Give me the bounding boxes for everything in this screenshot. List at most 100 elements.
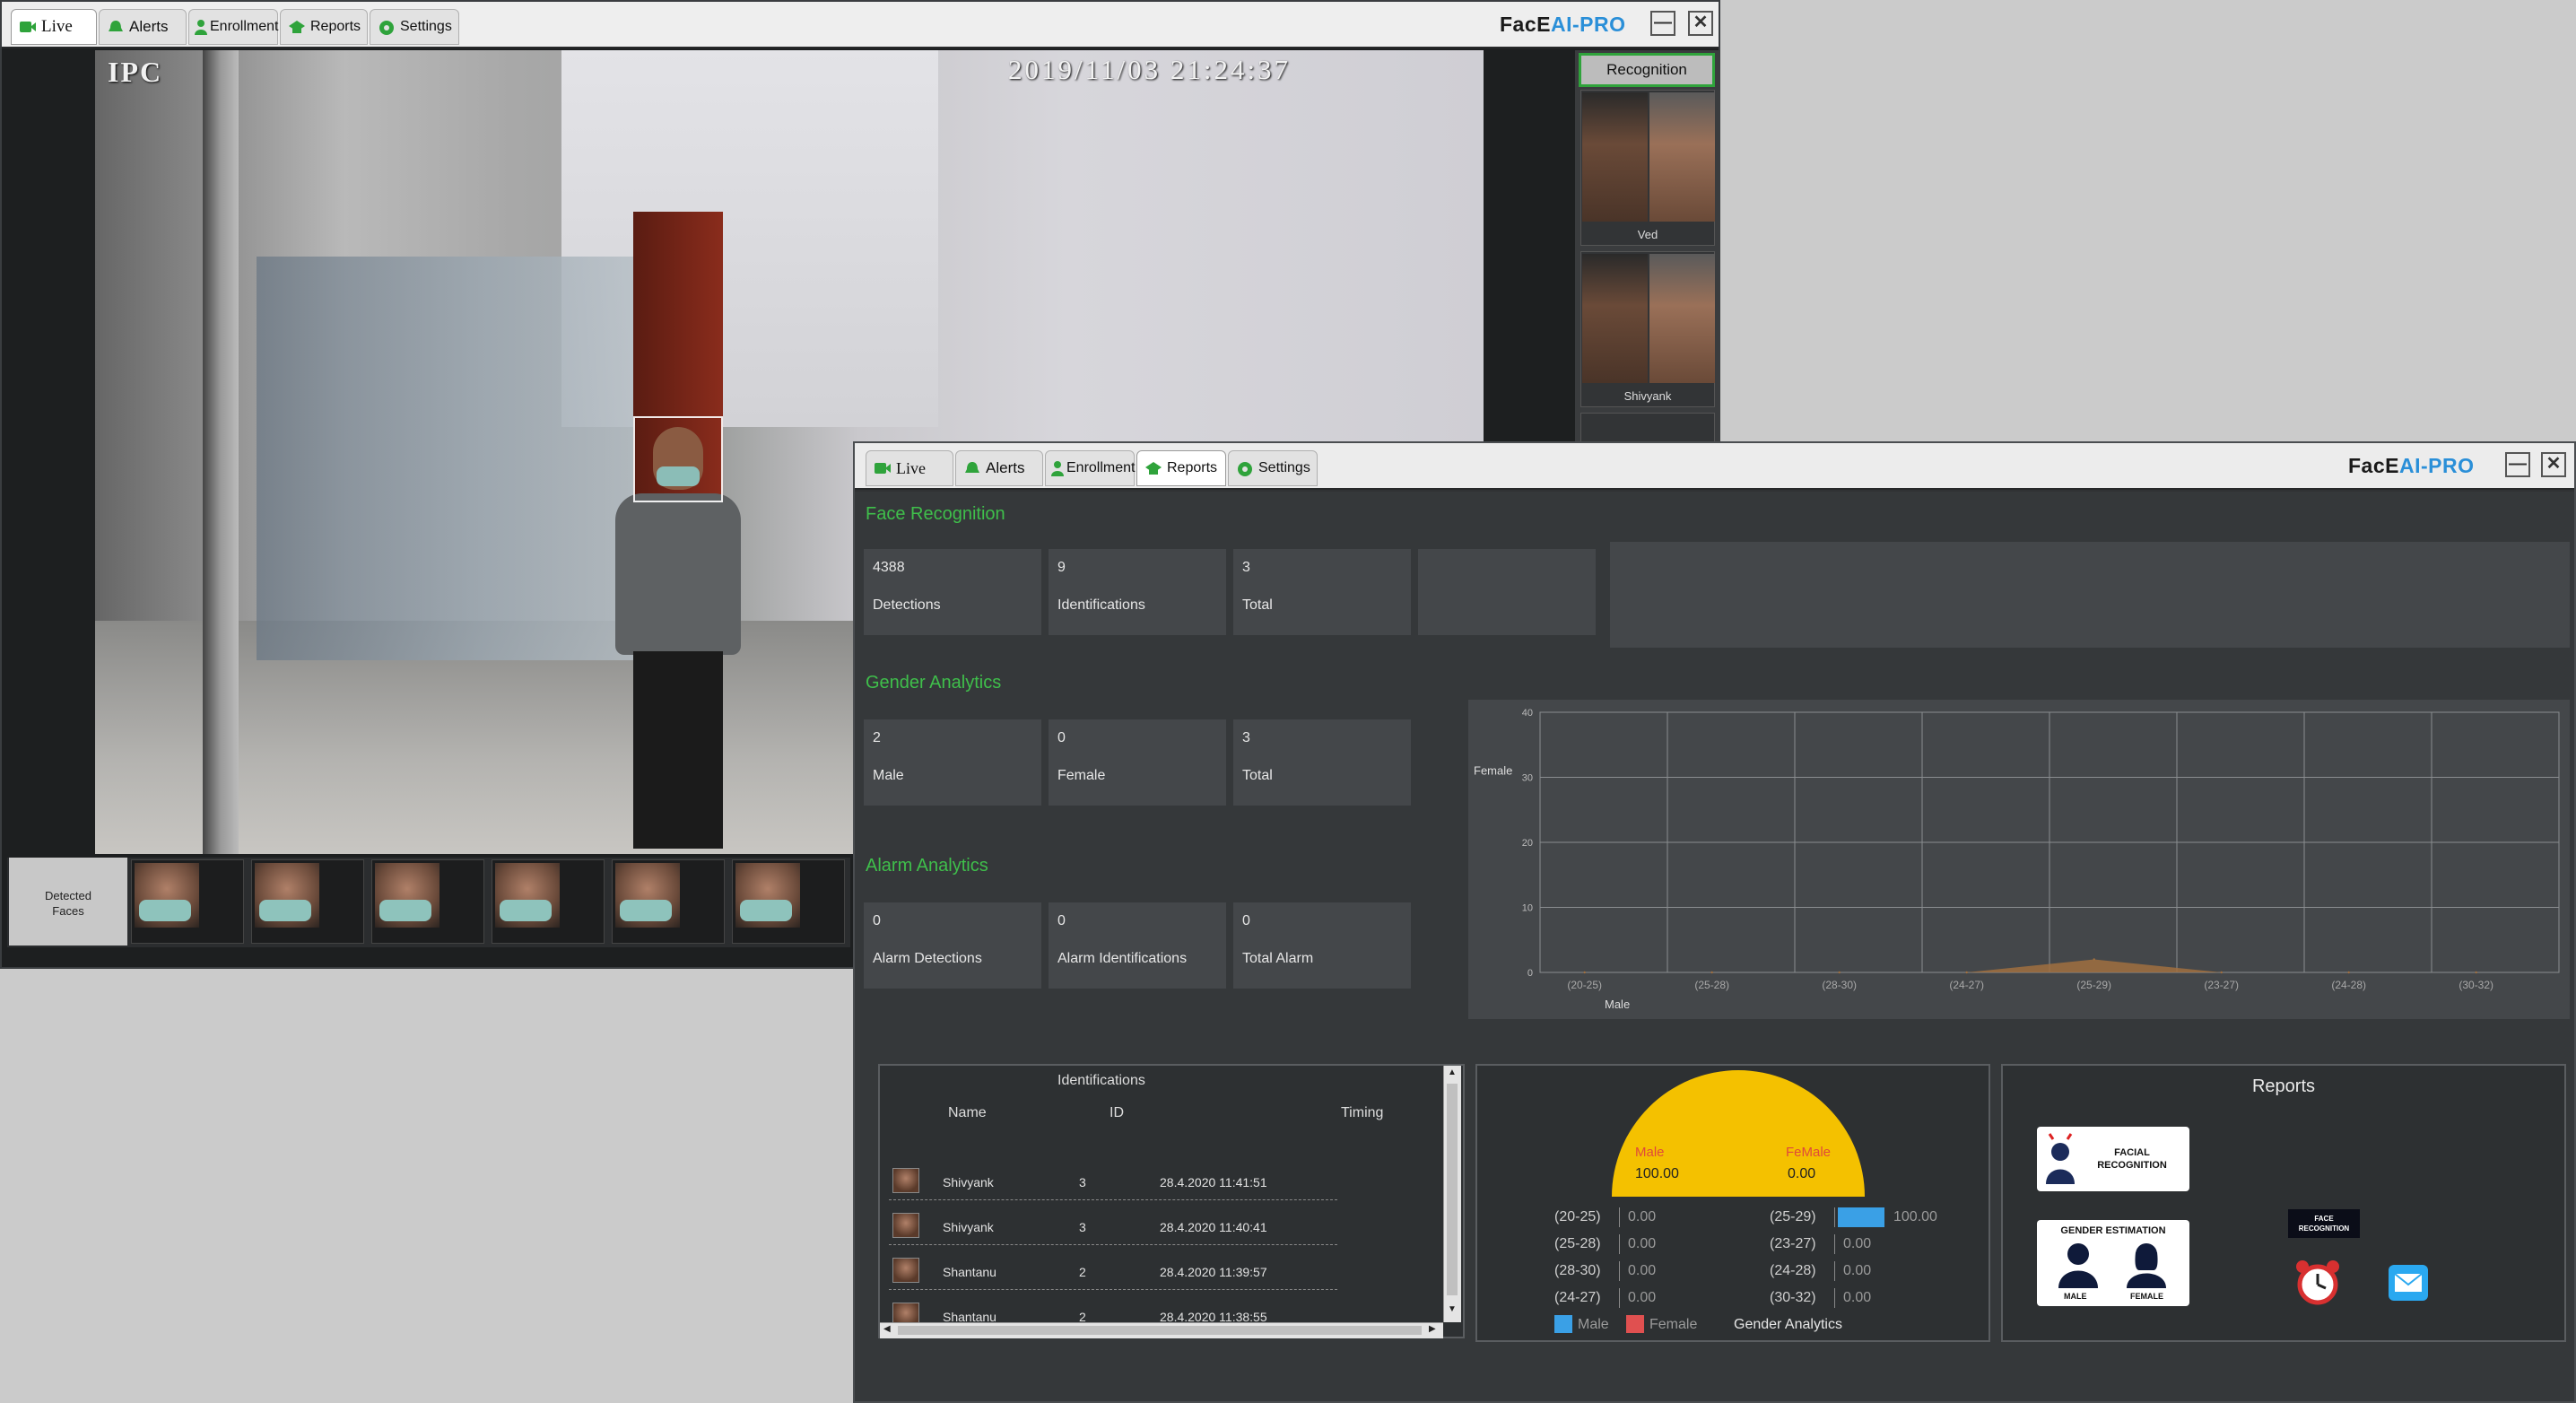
close-button[interactable]: ✕ xyxy=(2541,452,2566,477)
gender-analytics-title: Gender Analytics xyxy=(866,673,1002,693)
scroll-right-icon[interactable]: ▶ xyxy=(1429,1324,1436,1334)
gender-estimation-report-button[interactable]: GENDER ESTIMATION MALE FEMALE xyxy=(2037,1220,2189,1306)
stat-value: 9 xyxy=(1057,560,1066,575)
tab-live[interactable]: Live xyxy=(11,9,97,45)
recognition-card[interactable]: Shivyank xyxy=(1580,251,1715,407)
age-range-divider xyxy=(1834,1261,1835,1281)
app-brand: FacEAI-PRO xyxy=(2348,454,2474,478)
identifications-title: Identifications xyxy=(1057,1073,1145,1088)
age-range-row: (24-28) 0.00 xyxy=(1770,1259,1985,1283)
age-range-row: (25-28) 0.00 xyxy=(1554,1233,1752,1256)
detected-face-thumb[interactable] xyxy=(732,859,845,944)
age-range-divider xyxy=(1619,1261,1620,1281)
age-range-label: (23-27) xyxy=(1770,1236,1816,1251)
camera-name: IPC xyxy=(108,56,163,88)
avatar xyxy=(892,1258,919,1283)
stat-value: 0 xyxy=(873,913,881,928)
age-range-value: 0.00 xyxy=(1628,1209,1657,1224)
tab-live[interactable]: Live xyxy=(866,450,953,486)
column-header-name[interactable]: Name xyxy=(948,1105,987,1121)
table-row[interactable]: Shivyank 3 28.4.2020 11:40:41 xyxy=(889,1204,1337,1245)
legend-female-label: Female xyxy=(1649,1317,1698,1332)
tab-alerts[interactable]: Alerts xyxy=(955,450,1043,486)
brand-prefix: FacE xyxy=(2348,454,2399,477)
age-range-bar xyxy=(1838,1207,1884,1227)
detected-face-thumb[interactable] xyxy=(251,859,364,944)
stat-value: 3 xyxy=(1242,560,1250,575)
male-icon xyxy=(2058,1243,2098,1288)
reports-body: Face Recognition 4388 Detections 9 Identif… xyxy=(855,492,2574,1401)
title-bar: Live Alerts Enrollment Reports Settings … xyxy=(855,443,2574,490)
detected-face-thumb[interactable] xyxy=(492,859,605,944)
age-range-divider xyxy=(1619,1288,1620,1308)
stat-label: Total xyxy=(1242,597,1273,613)
age-range-row: (24-27) 0.00 xyxy=(1554,1286,1752,1310)
x-tick-label: (24-28) xyxy=(2331,979,2366,991)
tab-alerts-label: Alerts xyxy=(986,459,1025,476)
data-point xyxy=(2220,971,2223,974)
recognition-name: Ved xyxy=(1637,228,1658,241)
alarm-clock-icon[interactable] xyxy=(2293,1258,2342,1306)
hscrollbar-thumb[interactable] xyxy=(898,1326,1422,1335)
legend-male-label: Male xyxy=(1578,1317,1609,1332)
age-range-divider xyxy=(1834,1234,1835,1254)
age-range-label: (24-27) xyxy=(1554,1290,1601,1305)
horizontal-scrollbar[interactable]: ◀ ▶ xyxy=(880,1322,1443,1338)
tab-alerts[interactable]: Alerts xyxy=(99,9,187,45)
minimize-button[interactable]: — xyxy=(1650,11,1675,36)
minimize-icon: — xyxy=(1654,13,1672,32)
age-range-value: 0.00 xyxy=(1843,1263,1872,1278)
app-brand: FacEAI-PRO xyxy=(1500,13,1625,37)
user-icon xyxy=(1049,460,1066,476)
row-id: 3 xyxy=(1079,1175,1086,1190)
minimize-button[interactable]: — xyxy=(2505,452,2530,477)
column-header-timing[interactable]: Timing xyxy=(1341,1105,1383,1121)
tab-reports[interactable]: Reports xyxy=(280,9,368,45)
stat-value: 0 xyxy=(1057,730,1066,745)
data-point xyxy=(1838,971,1841,974)
age-range-row: (23-27) 0.00 xyxy=(1770,1233,1985,1256)
table-row[interactable]: Shantanu 2 28.4.2020 11:38:55 xyxy=(889,1294,1337,1324)
age-range-label: (25-28) xyxy=(1554,1236,1601,1251)
column-header-id[interactable]: ID xyxy=(1110,1105,1124,1121)
vertical-scrollbar[interactable]: ▲ ▼ xyxy=(1443,1066,1461,1322)
recognition-card[interactable]: Ved xyxy=(1580,90,1715,246)
detected-face-thumb[interactable] xyxy=(612,859,725,944)
tab-enrollment[interactable]: Enrollment xyxy=(1045,450,1135,486)
stat-label: Female xyxy=(1057,768,1106,783)
gauge-male-label: Male xyxy=(1635,1145,1665,1160)
tab-settings[interactable]: Settings xyxy=(370,9,459,45)
close-button[interactable]: ✕ xyxy=(1688,11,1713,36)
facial-recognition-report-button[interactable]: FACIAL RECOGNITION xyxy=(2037,1127,2189,1191)
face-recognition-logo[interactable]: FACE RECOGNITION xyxy=(2288,1209,2360,1238)
reports-panel: Reports FACIAL RECOGNITION GENDER ESTIMAT… xyxy=(2001,1064,2566,1342)
stat-card-alarm-identifications: 0 Alarm Identifications xyxy=(1049,902,1226,989)
row-id: 2 xyxy=(1079,1265,1086,1279)
y-tick-label: 10 xyxy=(1522,903,1533,914)
age-range-label: (25-29) xyxy=(1770,1209,1816,1224)
scroll-down-icon[interactable]: ▼ xyxy=(1446,1304,1458,1317)
data-point xyxy=(1583,971,1586,974)
facial-recognition-label-1: FACIAL xyxy=(2114,1147,2150,1158)
age-range-value: 0.00 xyxy=(1843,1236,1872,1251)
tab-enrollment-label: Enrollment xyxy=(1066,460,1136,475)
tab-live-label: Live xyxy=(41,17,73,36)
email-icon[interactable] xyxy=(2387,1263,2430,1303)
detected-face-thumb[interactable] xyxy=(371,859,484,944)
age-range-row: (25-29) 100.00 xyxy=(1770,1206,1985,1229)
scrollbar-thumb[interactable] xyxy=(1447,1084,1458,1295)
age-range-divider xyxy=(1834,1288,1835,1308)
tab-settings[interactable]: Settings xyxy=(1228,450,1318,486)
tab-enrollment[interactable]: Enrollment xyxy=(188,9,278,45)
table-row[interactable]: Shivyank 3 28.4.2020 11:41:51 xyxy=(889,1159,1337,1200)
legend-female-swatch xyxy=(1626,1315,1644,1333)
detected-face-thumb[interactable] xyxy=(131,859,244,944)
recognition-header[interactable]: Recognition xyxy=(1579,53,1715,87)
scroll-up-icon[interactable]: ▲ xyxy=(1446,1068,1458,1080)
table-row[interactable]: Shantanu 2 28.4.2020 11:39:57 xyxy=(889,1249,1337,1290)
row-timing: 28.4.2020 11:41:51 xyxy=(1160,1175,1267,1190)
x-axis-label: Male xyxy=(1605,998,1630,1011)
scroll-left-icon[interactable]: ◀ xyxy=(883,1324,891,1334)
tab-reports[interactable]: Reports xyxy=(1136,450,1226,486)
captured-face xyxy=(1582,254,1648,383)
